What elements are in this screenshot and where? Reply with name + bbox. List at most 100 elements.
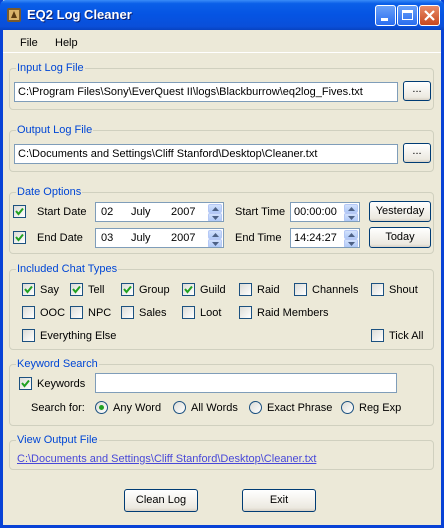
start-date-picker[interactable]: 02 July 2007 bbox=[95, 202, 224, 222]
chat-type-guild-label: Guild bbox=[200, 284, 226, 296]
end-time-value: 14:24:27 bbox=[294, 232, 337, 244]
maximize-button[interactable] bbox=[397, 5, 418, 26]
output-file-link[interactable]: C:\Documents and Settings\Cliff Stanford… bbox=[17, 453, 316, 465]
up-arrow-icon bbox=[212, 207, 219, 211]
chat-type-everything-else-label: Everything Else bbox=[40, 330, 117, 342]
start-date-label: Start Date bbox=[37, 206, 87, 218]
yesterday-button[interactable]: Yesterday bbox=[369, 201, 431, 222]
start-time-spinner[interactable] bbox=[344, 204, 358, 221]
view-output-label: View Output File bbox=[16, 434, 99, 446]
chat-type-tick-all-label: Tick All bbox=[389, 330, 424, 342]
keyword-search-label: Keyword Search bbox=[16, 358, 99, 370]
chat-type-group-label: Group bbox=[139, 284, 170, 296]
end-date-day: 03 bbox=[101, 232, 114, 244]
chat-type-npc-checkbox[interactable] bbox=[70, 306, 83, 319]
search-option-exact-phrase-label: Exact Phrase bbox=[267, 402, 333, 414]
checkmark-icon bbox=[72, 285, 81, 294]
chat-types-label: Included Chat Types bbox=[16, 263, 119, 275]
search-option-all-words-label: All Words bbox=[191, 402, 238, 414]
start-date-month: July bbox=[131, 206, 151, 218]
up-arrow-icon bbox=[348, 233, 355, 237]
menu-bar: File Help bbox=[3, 30, 441, 53]
chat-type-npc-label: NPC bbox=[88, 307, 112, 319]
end-date-month: July bbox=[131, 232, 151, 244]
chat-type-say-label: Say bbox=[40, 284, 59, 296]
end-date-checkbox[interactable] bbox=[13, 231, 26, 244]
chat-type-group-checkbox[interactable] bbox=[121, 283, 134, 296]
up-arrow-icon bbox=[348, 207, 355, 211]
clean-log-button[interactable]: Clean Log bbox=[124, 489, 198, 512]
chat-type-ooc-checkbox[interactable] bbox=[22, 306, 35, 319]
chat-type-raid-members-label: Raid Members bbox=[257, 307, 329, 319]
output-browse-button[interactable]: ... bbox=[403, 143, 431, 163]
app-window: EQ2 Log Cleaner File Help Input Log File… bbox=[0, 0, 444, 528]
checkmark-icon bbox=[123, 285, 132, 294]
start-date-year: 2007 bbox=[171, 206, 196, 218]
chat-type-everything-else-checkbox[interactable] bbox=[22, 329, 35, 342]
chat-type-guild-checkbox[interactable] bbox=[182, 283, 195, 296]
chat-type-tell-label: Tell bbox=[88, 284, 105, 296]
date-options-label: Date Options bbox=[16, 186, 83, 198]
down-arrow-icon bbox=[348, 216, 355, 220]
search-option-reg-exp-radio[interactable] bbox=[341, 401, 354, 414]
app-icon bbox=[7, 8, 21, 22]
chat-type-say-checkbox[interactable] bbox=[22, 283, 35, 296]
menu-file[interactable]: File bbox=[20, 37, 38, 49]
keywords-input[interactable] bbox=[95, 373, 397, 393]
radio-dot-icon bbox=[99, 405, 104, 410]
chat-type-shout-checkbox[interactable] bbox=[371, 283, 384, 296]
input-browse-button[interactable]: ... bbox=[403, 81, 431, 101]
down-arrow-icon bbox=[212, 242, 219, 246]
up-arrow-icon bbox=[212, 233, 219, 237]
checkmark-icon bbox=[24, 285, 33, 294]
checkmark-icon bbox=[21, 379, 30, 388]
end-time-spinner[interactable] bbox=[344, 230, 358, 247]
output-log-path-field[interactable]: C:\Documents and Settings\Cliff Stanford… bbox=[14, 144, 398, 164]
window-title: EQ2 Log Cleaner bbox=[27, 7, 132, 22]
start-date-spinner[interactable] bbox=[208, 204, 222, 221]
end-date-year: 2007 bbox=[171, 232, 196, 244]
start-date-day: 02 bbox=[101, 206, 114, 218]
keywords-checkbox[interactable] bbox=[19, 377, 32, 390]
menu-help[interactable]: Help bbox=[55, 37, 78, 49]
search-option-exact-phrase-radio[interactable] bbox=[249, 401, 262, 414]
chat-type-shout-label: Shout bbox=[389, 284, 418, 296]
start-date-checkbox[interactable] bbox=[13, 205, 26, 218]
today-button[interactable]: Today bbox=[369, 227, 431, 248]
close-icon bbox=[424, 10, 435, 21]
close-button[interactable] bbox=[419, 5, 440, 26]
chat-type-raid-members-checkbox[interactable] bbox=[239, 306, 252, 319]
down-arrow-icon bbox=[348, 242, 355, 246]
maximize-icon bbox=[402, 10, 413, 20]
search-option-all-words-radio[interactable] bbox=[173, 401, 186, 414]
start-time-label: Start Time bbox=[235, 206, 286, 218]
chat-type-sales-label: Sales bbox=[139, 307, 167, 319]
title-bar[interactable]: EQ2 Log Cleaner bbox=[0, 0, 444, 30]
end-date-picker[interactable]: 03 July 2007 bbox=[95, 228, 224, 248]
input-log-path-field[interactable]: C:\Program Files\Sony\EverQuest II\logs\… bbox=[14, 82, 398, 102]
end-time-picker[interactable]: 14:24:27 bbox=[290, 228, 360, 248]
checkmark-icon bbox=[15, 207, 24, 216]
search-option-any-word-label: Any Word bbox=[113, 402, 162, 414]
start-time-value: 00:00:00 bbox=[294, 206, 337, 218]
minimize-button[interactable] bbox=[375, 5, 396, 26]
search-for-label: Search for: bbox=[31, 402, 85, 414]
chat-type-tick-all-checkbox[interactable] bbox=[371, 329, 384, 342]
chat-type-raid-label: Raid bbox=[257, 284, 280, 296]
chat-type-raid-checkbox[interactable] bbox=[239, 283, 252, 296]
chat-type-channels-checkbox[interactable] bbox=[294, 283, 307, 296]
chat-type-sales-checkbox[interactable] bbox=[121, 306, 134, 319]
minimize-icon bbox=[381, 18, 388, 21]
checkmark-icon bbox=[184, 285, 193, 294]
keywords-label: Keywords bbox=[37, 378, 86, 390]
search-option-any-word-radio[interactable] bbox=[95, 401, 108, 414]
chat-type-loot-checkbox[interactable] bbox=[182, 306, 195, 319]
end-date-label: End Date bbox=[37, 232, 83, 244]
chat-type-tell-checkbox[interactable] bbox=[70, 283, 83, 296]
exit-button[interactable]: Exit bbox=[242, 489, 316, 512]
end-time-label: End Time bbox=[235, 232, 282, 244]
start-time-picker[interactable]: 00:00:00 bbox=[290, 202, 360, 222]
chat-type-ooc-label: OOC bbox=[40, 307, 66, 319]
input-log-label: Input Log File bbox=[16, 62, 85, 74]
end-date-spinner[interactable] bbox=[208, 230, 222, 247]
